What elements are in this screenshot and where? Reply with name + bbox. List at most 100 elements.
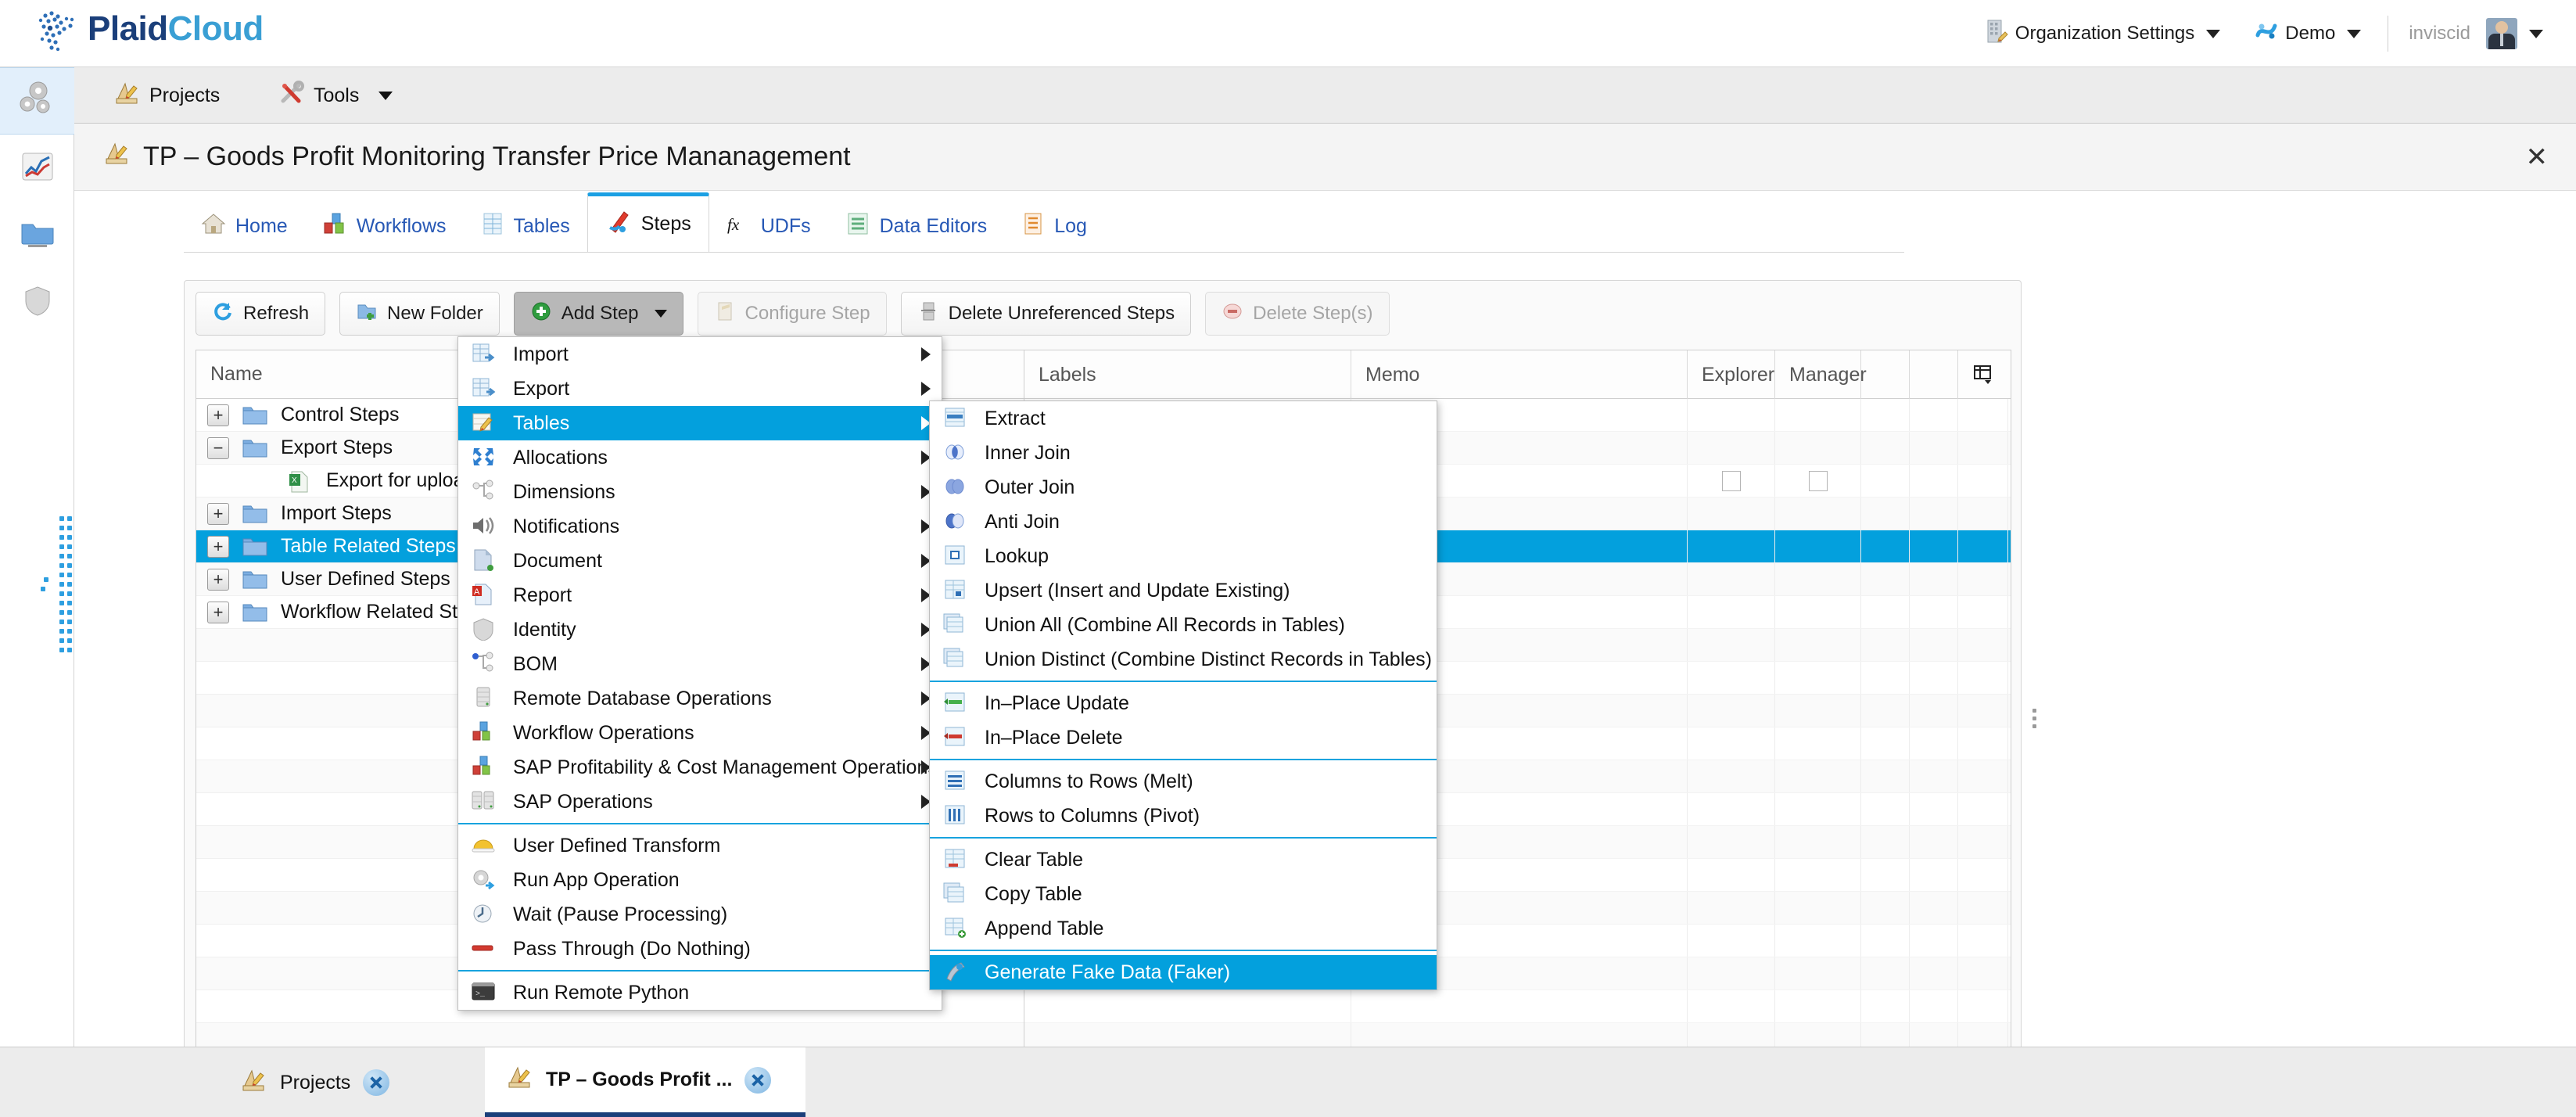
delete-unreferenced-steps-button[interactable]: Delete Unreferenced Steps [900,292,1192,336]
close-icon[interactable]: ✕ [2526,144,2549,171]
rail-item-identity[interactable] [0,269,74,336]
submenu-item-extract[interactable]: Extract [930,401,1437,436]
submenu-item-inner-join[interactable]: Inner Join [930,436,1437,470]
menu-item-wait-pause-processing[interactable]: Wait (Pause Processing) [458,897,942,932]
submenu-item-union-all-combine-all-records-in-tables[interactable]: Union All (Combine All Records in Tables… [930,608,1437,642]
detail-row[interactable] [1024,990,2011,1023]
rail-item-analyze[interactable] [0,67,74,135]
menu-item-notifications[interactable]: Notifications [458,509,942,544]
taskbar: Projects TP – Goods Profit ... [0,1047,2576,1117]
menu-item-export[interactable]: Export [458,372,942,406]
delete-steps-button[interactable]: Delete Step(s) [1205,292,1390,336]
tab-data-editors[interactable]: Data Editors [828,200,1005,252]
tab-udfs[interactable]: fx UDFs [709,200,828,252]
refresh-button[interactable]: Refresh [196,292,326,336]
menu-item-run-app-operation[interactable]: Run App Operation [458,863,942,897]
tab-steps[interactable]: Steps [587,192,709,252]
menu-item-import[interactable]: Import [458,337,942,372]
anti-join-icon [942,509,970,534]
detail-cell [1958,596,2008,628]
plaidcloud-logo[interactable]: PlaidCloud [34,5,264,53]
submenu-item-columns-to-rows-melt[interactable]: Columns to Rows (Melt) [930,764,1437,799]
explorer-checkbox[interactable] [1721,470,1741,491]
column-header-extra-2[interactable] [1910,350,1958,399]
submenu-item-clear-table[interactable]: Clear Table [930,842,1437,877]
tree-expander[interactable]: + [207,601,229,623]
menu-item-sap-operations[interactable]: SAP Operations [458,785,942,819]
detail-cell [1775,892,1861,924]
rail-item-dashboards[interactable] [0,135,74,202]
detail-cell [1910,629,1958,661]
column-chooser-icon[interactable] [1958,350,2008,399]
column-header-extra-1[interactable] [1861,350,1910,399]
submenu-item-anti-join[interactable]: Anti Join [930,505,1437,539]
menu-item-label: User Defined Transform [513,834,721,857]
column-header-labels[interactable]: Labels [1024,350,1351,399]
menu-item-tables[interactable]: Tables [458,406,942,440]
menu-item-remote-database-operations[interactable]: Remote Database Operations [458,681,942,716]
configure-step-button[interactable]: Configure Step [697,292,887,336]
submenu-item-rows-to-columns-pivot[interactable]: Rows to Columns (Pivot) [930,799,1437,833]
menubar-projects[interactable]: Projects [102,67,232,124]
tab-home[interactable]: Home [184,200,305,252]
organization-settings-menu[interactable]: Organization Settings [1968,18,2237,50]
rail-item-documents[interactable] [0,202,74,269]
detail-cell [1958,925,2008,957]
menu-item-allocations[interactable]: Allocations [458,440,942,475]
tab-workflows[interactable]: Workflows [305,200,464,252]
menu-item-pass-through-do-nothing[interactable]: Pass Through (Do Nothing) [458,932,942,966]
submenu-item-union-distinct-combine-distinct-records-in-tables[interactable]: Union Distinct (Combine Distinct Records… [930,642,1437,677]
menu-item-dimensions[interactable]: Dimensions [458,475,942,509]
melt-icon [942,769,970,794]
tab-tables[interactable]: Tables [464,200,587,252]
workspace-menu[interactable]: Demo [2237,20,2378,48]
chevron-down-icon [379,91,393,100]
submenu-item-append-table[interactable]: Append Table [930,911,1437,946]
detail-cell [1775,497,1861,530]
submenu-item-generate-fake-data-faker[interactable]: Generate Fake Data (Faker) [930,955,1437,989]
menu-item-user-defined-transform[interactable]: User Defined Transform [458,828,942,863]
submenu-item-outer-join[interactable]: Outer Join [930,470,1437,505]
submenu-item-upsert-insert-and-update-existing[interactable]: Upsert (Insert and Update Existing) [930,573,1437,608]
left-drag-handle[interactable] [41,516,77,673]
taskbar-item-tp-goods-profit[interactable]: TP – Goods Profit ... [485,1047,805,1117]
folder-icon [242,569,268,591]
close-icon[interactable] [744,1066,772,1094]
manager-checkbox[interactable] [1808,470,1828,491]
detail-cell [1910,892,1958,924]
column-header-explorer[interactable]: Explorer [1688,350,1775,399]
menu-item-document[interactable]: Document [458,544,942,578]
column-header-memo[interactable]: Memo [1351,350,1688,399]
menu-item-identity[interactable]: Identity [458,612,942,647]
faker-icon [942,960,970,985]
detail-cell [1958,497,2008,530]
menu-item-report[interactable]: A Report [458,578,942,612]
add-step-button[interactable]: Add Step [513,292,683,336]
submenu-item-lookup[interactable]: Lookup [930,539,1437,573]
gear-run-icon [471,867,499,893]
data-editors-icon [845,212,870,241]
tree-expander[interactable]: + [207,404,229,426]
tree-expander[interactable]: − [207,436,229,459]
tree-expander[interactable]: + [207,535,229,558]
panel-splitter[interactable] [2029,280,2040,1117]
menu-item-bom[interactable]: BOM [458,647,942,681]
submenu-item-in-place-update[interactable]: In–Place Update [930,686,1437,720]
tree-expander[interactable]: + [207,568,229,591]
tab-log[interactable]: Log [1004,200,1104,252]
folder-network-icon [19,217,56,255]
menu-item-run-remote-python[interactable]: >_ Run Remote Python [458,975,942,1010]
close-icon[interactable] [363,1069,390,1096]
tree-expander[interactable]: + [207,502,229,525]
new-folder-button[interactable]: New Folder [339,292,500,336]
column-header-manager[interactable]: Manager [1775,350,1867,399]
menu-item-sap-profitability-cost-management-operations[interactable]: SAP Profitability & Cost Management Oper… [458,750,942,785]
menu-item-workflow-operations[interactable]: Workflow Operations [458,716,942,750]
menubar-tools[interactable]: Tools [266,67,405,124]
workspace-label: Demo [2285,23,2336,44]
detail-cell [1861,957,1910,989]
submenu-item-in-place-delete[interactable]: In–Place Delete [930,720,1437,755]
submenu-item-copy-table[interactable]: Copy Table [930,877,1437,911]
detail-cell [1775,530,1861,562]
user-menu[interactable] [2481,18,2560,49]
